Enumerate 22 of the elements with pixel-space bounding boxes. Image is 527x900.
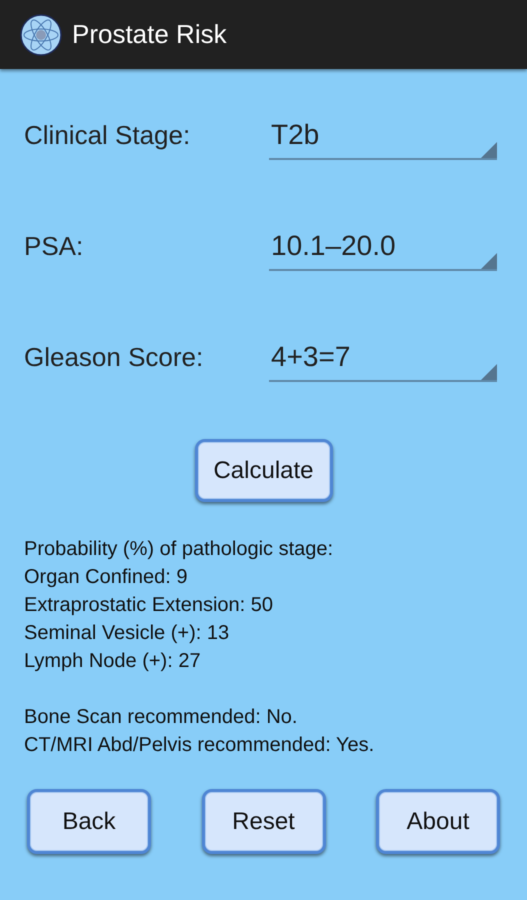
result-text: Extraprostatic Extension: 50 xyxy=(24,593,274,618)
action-button[interactable]: Back xyxy=(27,789,151,854)
app-title: Prostate Risk xyxy=(72,18,227,51)
result-text: Organ Confined: 9 xyxy=(24,565,188,590)
field-label: PSA: xyxy=(24,230,84,263)
dropdown-corner-icon xyxy=(481,142,497,158)
calculate-button[interactable]: Calculate xyxy=(194,439,332,502)
dropdown-corner-icon xyxy=(481,253,497,269)
action-button[interactable]: Reset xyxy=(202,789,326,854)
dropdown-corner-icon xyxy=(481,364,497,380)
dropdown[interactable]: T2b xyxy=(269,111,497,160)
field-label: Clinical Stage: xyxy=(24,119,192,152)
atom-icon xyxy=(20,14,62,56)
result-text: Bone Scan recommended: No. xyxy=(24,705,298,730)
result-text: Seminal Vesicle (+): 13 xyxy=(24,621,230,646)
dropdown[interactable]: 4+3=7 xyxy=(269,333,497,382)
result-text: CT/MRI Abd/Pelvis recommended: Yes. xyxy=(24,733,376,758)
result-text: Probability (%) of pathologic stage: xyxy=(24,537,334,562)
action-button[interactable]: About xyxy=(376,789,500,854)
field-label: Gleason Score: xyxy=(24,341,204,374)
result-text: Lymph Node (+): 27 xyxy=(24,649,202,674)
dropdown[interactable]: 10.1–20.0 xyxy=(269,222,497,271)
